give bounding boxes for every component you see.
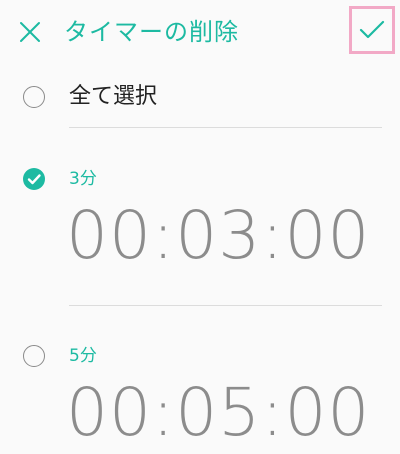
close-button[interactable] — [14, 16, 46, 48]
timer-time: 00:03:00 — [66, 197, 371, 274]
confirm-delete-button[interactable] — [349, 6, 395, 54]
app-header: タイマーの削除 — [0, 0, 400, 64]
timer-time: 00:05:00 — [66, 374, 371, 451]
divider — [69, 305, 382, 306]
select-all-row[interactable]: 全て選択 — [0, 78, 400, 116]
timer-radio[interactable] — [23, 345, 45, 367]
select-all-label: 全て選択 — [69, 84, 158, 109]
timer-radio-checked[interactable] — [23, 168, 45, 190]
check-icon — [359, 20, 385, 39]
timer-item[interactable]: 3分 00:03:00 — [0, 168, 400, 298]
check-icon — [27, 174, 41, 185]
timer-item[interactable]: 5分 00:05:00 — [0, 345, 400, 454]
close-icon — [20, 22, 40, 42]
timer-delete-screen: タイマーの削除 全て選択 3分 00:03:00 5分 00:05:00 — [0, 0, 400, 454]
divider — [69, 127, 382, 128]
select-all-radio[interactable] — [23, 86, 45, 108]
page-title: タイマーの削除 — [64, 18, 239, 46]
